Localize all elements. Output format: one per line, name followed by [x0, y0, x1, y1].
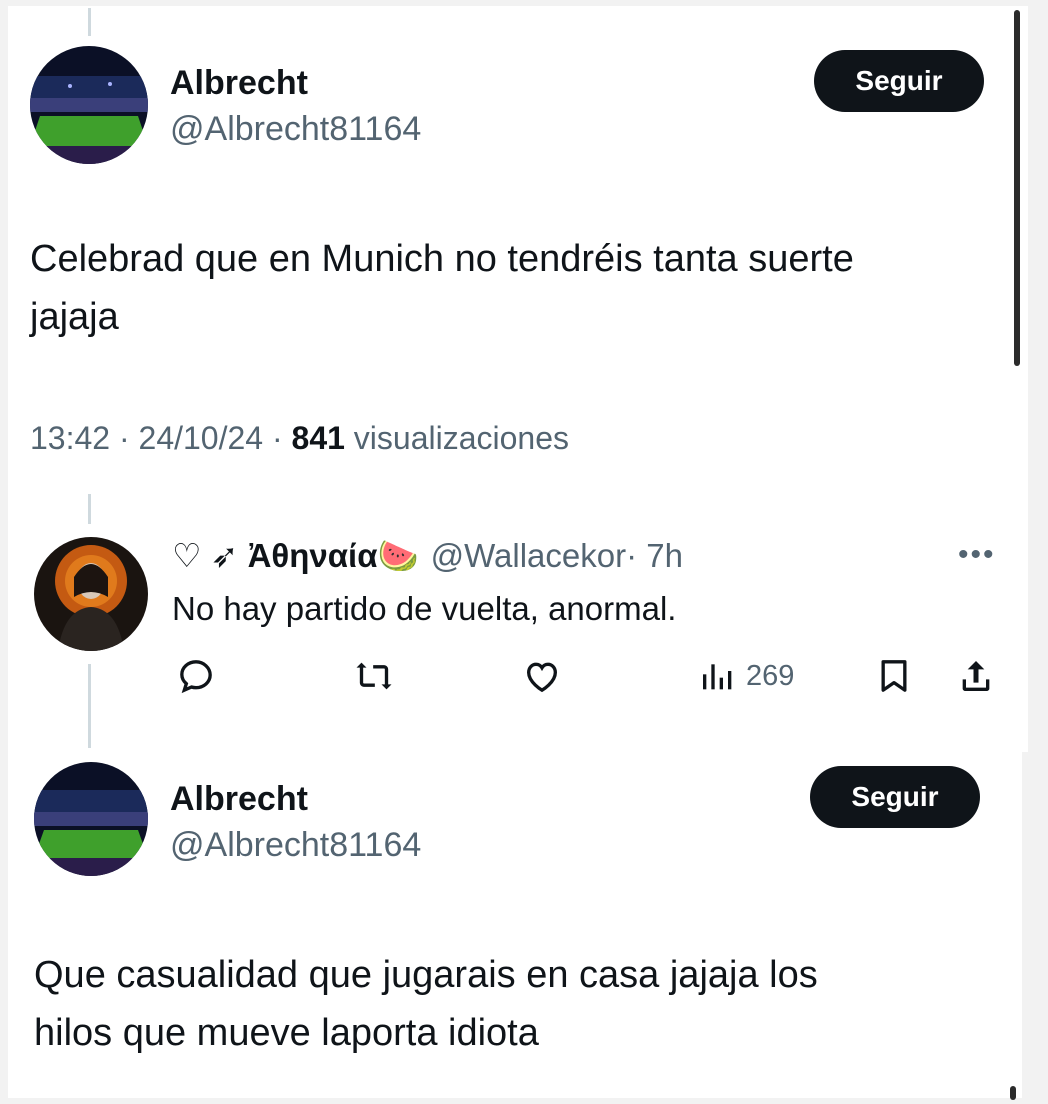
reply-header: ♡ ➶ Ἀθηναία🍉 @Wallacekor · 7h	[172, 536, 683, 576]
thread-line	[88, 8, 91, 36]
display-name[interactable]: Albrecht	[170, 780, 308, 819]
views-count: 841	[291, 420, 345, 456]
tweet-text-line: jajaja	[30, 296, 119, 338]
retweet-button[interactable]	[354, 656, 394, 696]
reply-text: No hay partido de vuelta, anormal.	[172, 590, 677, 627]
views-icon	[703, 664, 732, 690]
thread-line	[88, 664, 91, 748]
tweet-text-line: Que casualidad que jugarais en casa jaja…	[34, 954, 818, 996]
tweet-text: Celebrad que en Munich no tendréis tanta…	[30, 230, 854, 346]
views-count: 269	[746, 659, 795, 692]
share-icon	[962, 661, 990, 691]
avatar[interactable]	[34, 762, 148, 876]
more-horizontal-icon[interactable]: •••	[958, 538, 996, 572]
stadium-avatar-image	[34, 762, 148, 876]
tweet-timestamp[interactable]: 13:42 · 24/10/24 ·	[30, 420, 292, 456]
scrollbar-end	[1010, 1086, 1016, 1100]
retweet-icon	[356, 662, 392, 690]
follow-button[interactable]: Seguir	[814, 50, 984, 112]
views-button[interactable]: 269	[698, 656, 794, 696]
tweet-text: Que casualidad que jugarais en casa jaja…	[34, 946, 818, 1062]
portrait-avatar-image	[34, 537, 148, 651]
share-button[interactable]	[956, 656, 996, 696]
reply-button[interactable]	[176, 656, 216, 696]
tweet-text-line: Celebrad que en Munich no tendréis tanta…	[30, 238, 854, 280]
avatar[interactable]	[30, 46, 148, 164]
user-handle[interactable]: @Albrecht81164	[170, 826, 421, 865]
reply-timestamp[interactable]: · 7h	[626, 537, 683, 575]
like-icon	[526, 662, 558, 693]
stadium-avatar-image	[30, 46, 148, 164]
views-label: visualizaciones	[344, 420, 570, 456]
reply-icon	[180, 660, 212, 694]
reply-handle[interactable]: @Wallacekor	[431, 537, 627, 575]
thread-line	[88, 494, 91, 524]
tweet-text-line: hilos que mueve laporta idiota	[34, 1012, 539, 1054]
user-handle[interactable]: @Albrecht81164	[170, 110, 421, 149]
display-name[interactable]: Albrecht	[170, 64, 308, 103]
follow-button[interactable]: Seguir	[810, 766, 980, 828]
scrollbar[interactable]	[1014, 10, 1020, 366]
avatar[interactable]	[34, 537, 148, 651]
reply-display-name[interactable]: ♡ ➶ Ἀθηναία🍉	[172, 536, 419, 576]
tweet-meta: 13:42 · 24/10/24 · 841 visualizaciones	[30, 420, 569, 457]
bookmark-icon	[881, 660, 907, 692]
like-button[interactable]	[522, 656, 562, 696]
bookmark-button[interactable]	[874, 656, 914, 696]
